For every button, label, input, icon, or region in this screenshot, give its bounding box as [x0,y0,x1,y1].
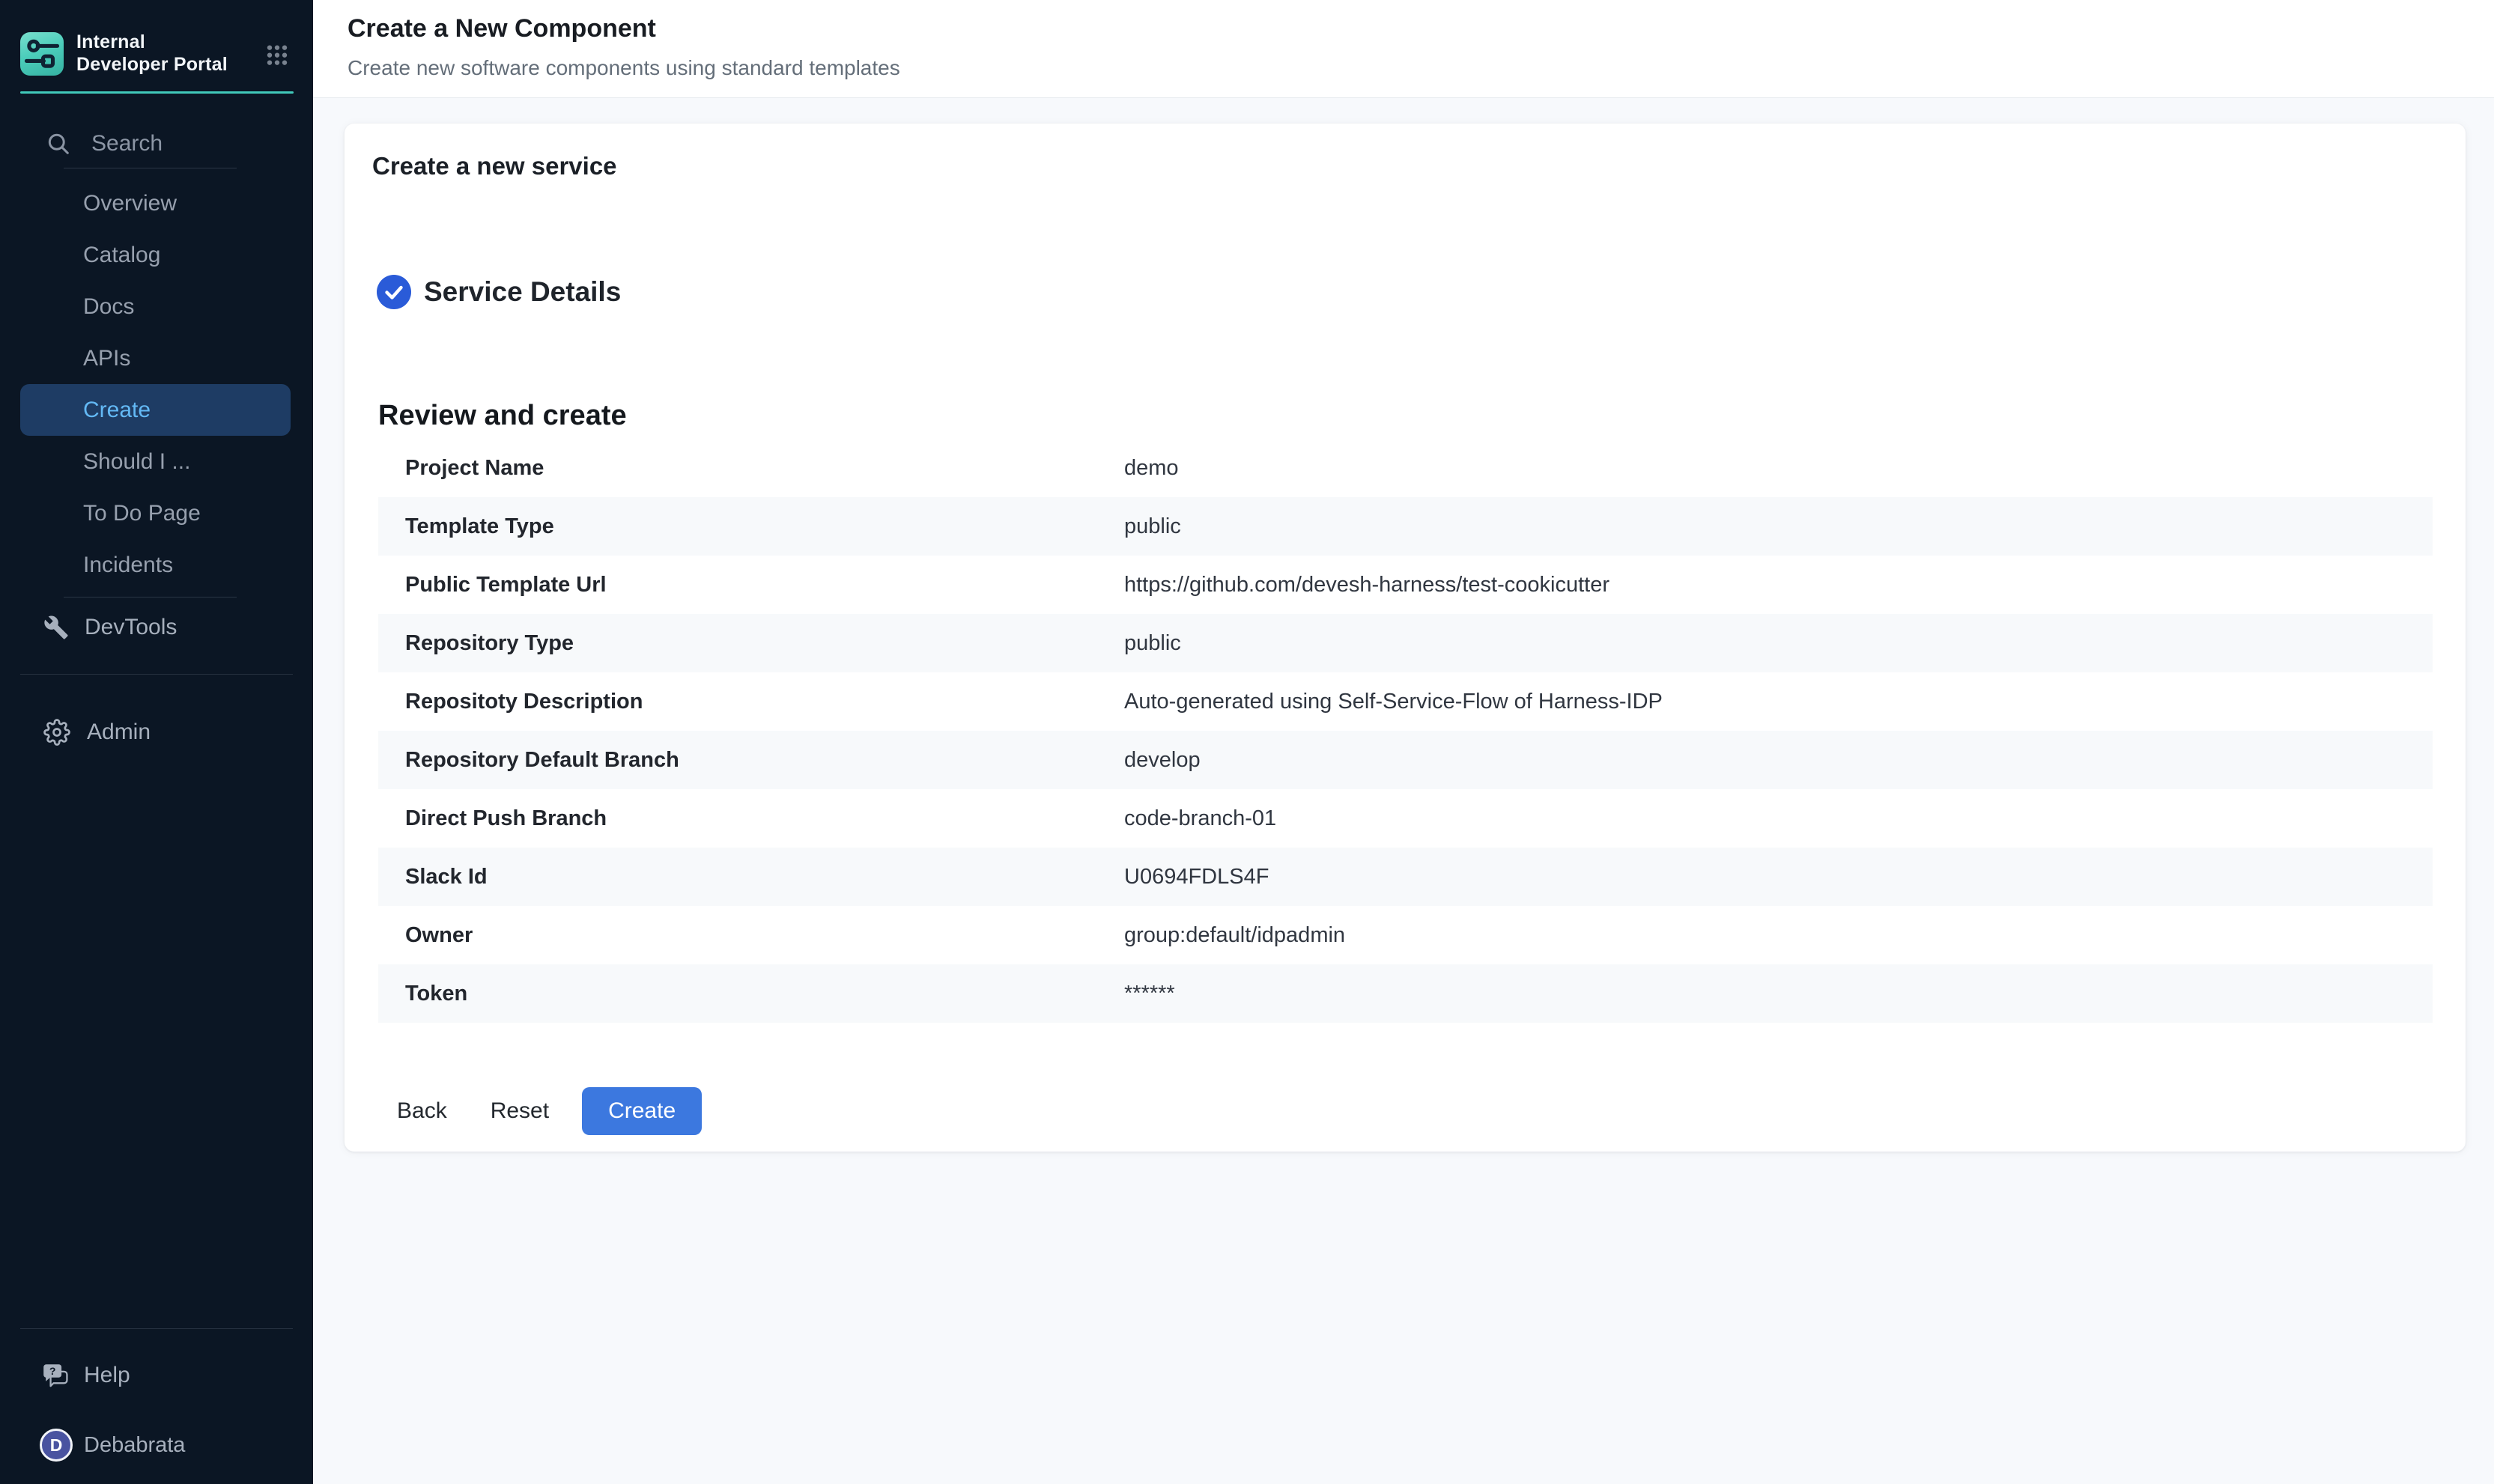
section-divider [20,674,293,675]
reset-button[interactable]: Reset [477,1088,562,1134]
sidebar-nav-item-label: Overview [83,191,177,216]
help-chat-icon: ? [42,1362,69,1389]
review-row-value: U0694FDLS4F [1124,865,2433,890]
review-row-label: Template Type [378,514,1124,539]
create-button[interactable]: Create [582,1087,702,1135]
logo-row: Internal Developer Portal [20,31,292,76]
sidebar-nav-item[interactable]: APIs [20,332,291,384]
sidebar-nav-item-label: Catalog [83,243,160,268]
sidebar-nav-item[interactable]: Overview [20,177,291,229]
sidebar: Internal Developer Portal Search Overvie… [0,0,313,1484]
step-completed-check-icon[interactable] [377,275,411,309]
sidebar-nav-item[interactable]: Create [20,384,291,436]
page-header: Create a New Component Create new softwa… [313,0,2494,98]
sidebar-item-admin[interactable]: Admin [0,711,313,752]
search-input[interactable]: Search [0,129,313,159]
sidebar-nav-item-label: Docs [83,294,134,320]
review-row-label: Repository Type [378,631,1124,656]
review-row-label: Direct Push Branch [378,806,1124,831]
review-heading: Review and create [378,400,2466,432]
avatar: D [40,1429,73,1462]
gear-icon [43,719,70,746]
brand-divider [20,91,294,94]
svg-text:?: ? [49,1365,56,1377]
wrench-icon [43,615,69,640]
portal-title: Internal Developer Portal [76,31,237,76]
review-row-value: Auto-generated using Self-Service-Flow o… [1124,690,2433,714]
review-row-label: Project Name [378,456,1124,481]
form-actions: Back Reset Create [383,1087,2466,1135]
review-row-label: Slack Id [378,865,1124,890]
sidebar-item-help-label: Help [84,1363,130,1388]
review-row: Project Name demo [378,439,2433,497]
page-subtitle: Create new software components using sta… [348,56,2494,80]
sidebar-nav-item-label: Should I ... [83,449,190,475]
sidebar-nav: Overview Catalog Docs APIs Create Should… [0,177,313,591]
apps-grid-icon[interactable] [262,39,292,69]
sidebar-nav-item-label: Create [83,398,151,423]
search-icon [45,130,72,157]
sidebar-nav-item[interactable]: Catalog [20,229,291,281]
review-row-label: Public Template Url [378,573,1124,597]
avatar-initial: D [50,1435,63,1456]
user-name: Debabrata [84,1433,185,1458]
sidebar-nav-item-label: To Do Page [83,501,201,526]
review-row-value: https://github.com/devesh-harness/test-c… [1124,573,2433,597]
review-row: Repository Type public [378,614,2433,672]
sidebar-nav-item[interactable]: Should I ... [20,436,291,487]
review-row-label: Repositoty Description [378,690,1124,714]
review-row: Direct Push Branch code-branch-01 [378,789,2433,848]
sidebar-nav-item-label: Incidents [83,553,173,578]
review-row-value: public [1124,514,2433,539]
review-row: Public Template Url https://github.com/d… [378,556,2433,614]
review-row: Repositoty Description Auto-generated us… [378,672,2433,731]
portal-logo-icon [20,32,64,76]
footer-divider [20,1328,293,1329]
sidebar-nav-item[interactable]: Docs [20,281,291,332]
sidebar-nav-item[interactable]: To Do Page [20,487,291,539]
review-row: Template Type public [378,497,2433,556]
review-row-value: develop [1124,748,2433,773]
review-row: Owner group:default/idpadmin [378,906,2433,964]
content-area: Create a new service Service Details Rev… [313,98,2494,1484]
sidebar-item-devtools-label: DevTools [85,615,177,640]
sidebar-item-admin-label: Admin [87,720,151,745]
review-row: Repository Default Branch develop [378,731,2433,789]
sidebar-nav-item-label: APIs [83,346,130,371]
page-title: Create a New Component [348,12,2494,45]
stepper: Service Details [377,275,2466,309]
sidebar-spacer [0,752,313,1328]
review-table: Project Name demo Template Type public P… [378,439,2433,1023]
review-row-label: Token [378,982,1124,1006]
sidebar-nav-item[interactable]: Incidents [20,539,291,591]
review-row-value: group:default/idpadmin [1124,923,2433,948]
main-area: Create a New Component Create new softwa… [313,0,2494,1484]
review-row-value: public [1124,631,2433,656]
sidebar-item-help[interactable]: ? Help [0,1354,313,1396]
review-row-value: ****** [1124,982,2433,1006]
sidebar-item-devtools[interactable]: DevTools [0,606,313,648]
user-menu[interactable]: D Debabrata [0,1429,313,1462]
review-row: Slack Id U0694FDLS4F [378,848,2433,906]
review-row: Token ****** [378,964,2433,1023]
card-title: Create a new service [345,124,2466,180]
back-button[interactable]: Back [383,1088,461,1134]
search-placeholder: Search [91,131,163,156]
review-row-label: Owner [378,923,1124,948]
review-row-label: Repository Default Branch [378,748,1124,773]
create-service-card: Create a new service Service Details Rev… [345,124,2466,1152]
review-row-value: demo [1124,456,2433,481]
review-row-value: code-branch-01 [1124,806,2433,831]
step-label: Service Details [424,276,621,308]
